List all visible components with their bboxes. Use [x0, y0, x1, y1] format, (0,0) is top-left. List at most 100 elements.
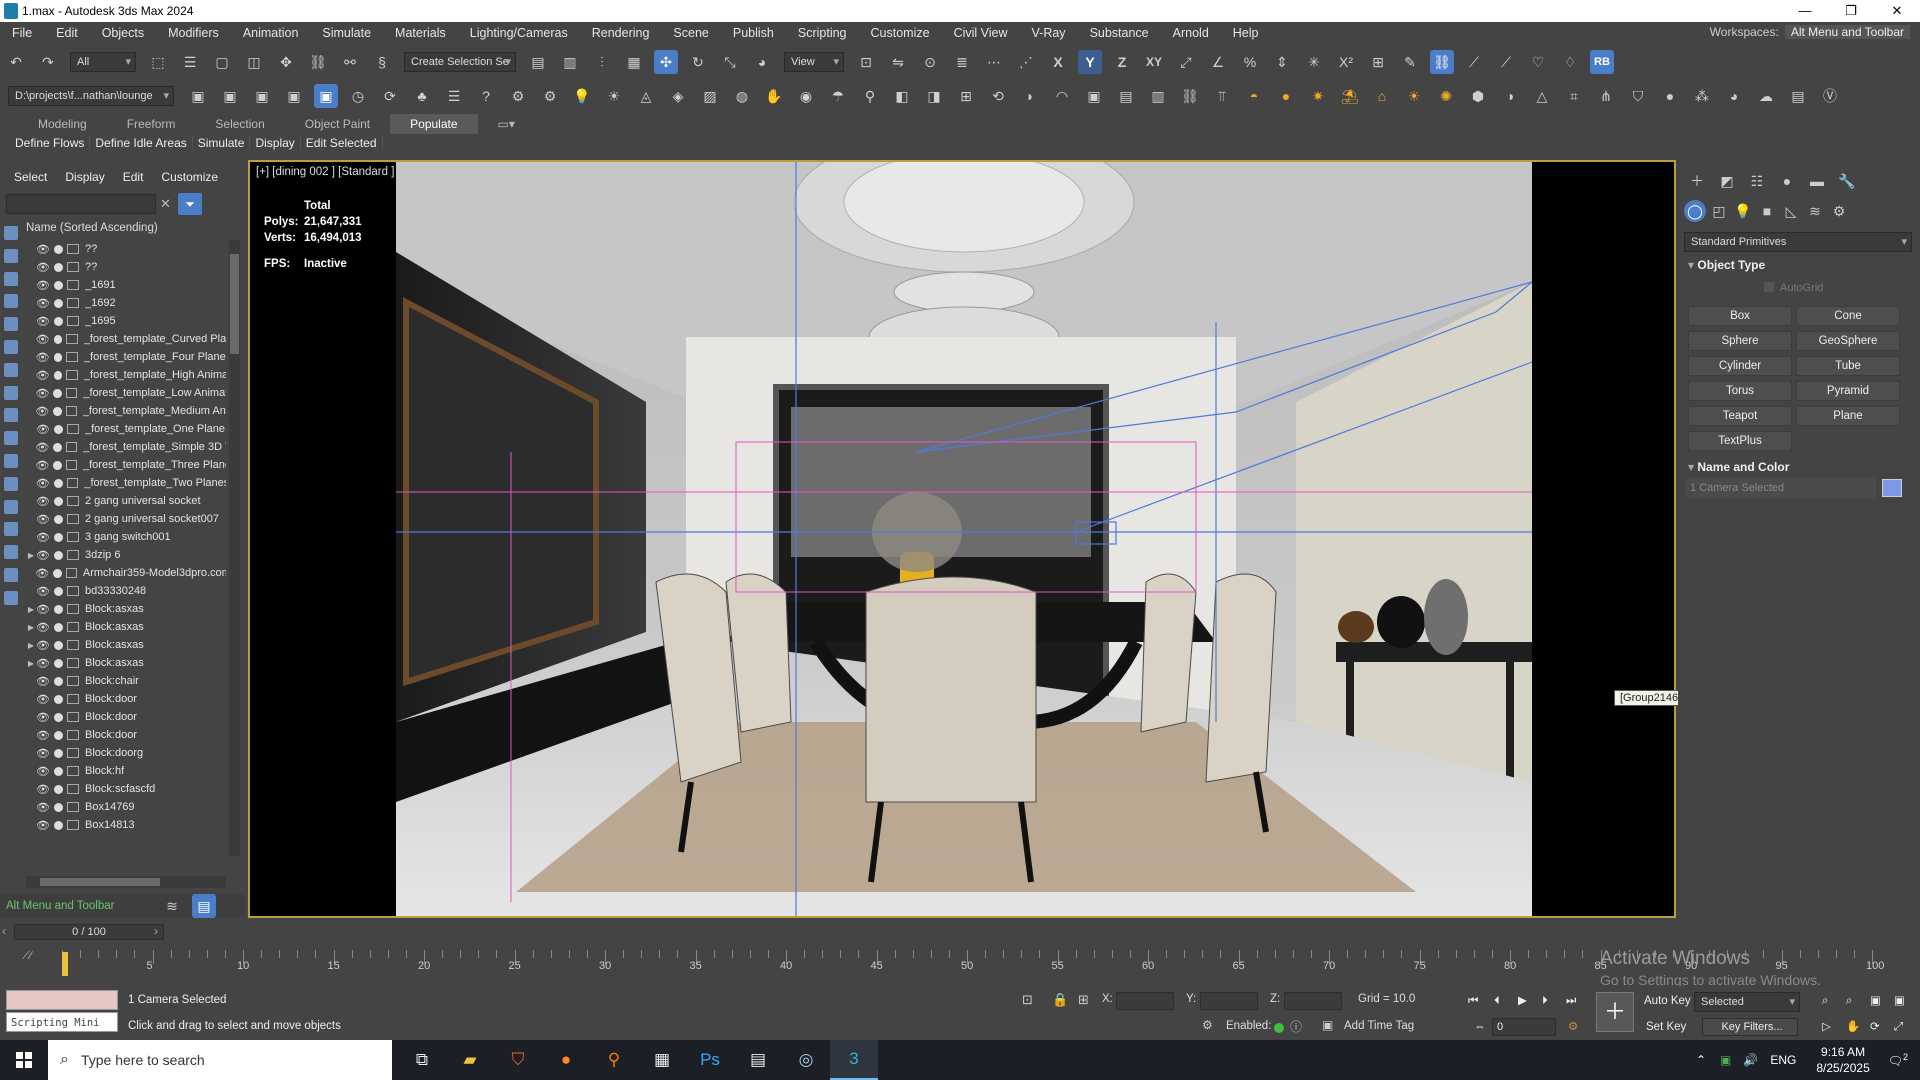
filter-groups-icon[interactable]	[4, 362, 18, 377]
list-item[interactable]: ▶ 👁 Block:asxas	[26, 600, 226, 618]
list-item[interactable]: 👁 Block:door	[26, 690, 226, 708]
rotate-icon[interactable]: ↻	[686, 50, 710, 74]
redo-icon[interactable]: ↷	[36, 50, 60, 74]
minimize-button[interactable]: —	[1782, 0, 1828, 22]
renderable-toggle-icon[interactable]	[53, 370, 63, 380]
isolate-icon[interactable]: ⊡	[1022, 992, 1033, 1008]
axis-z-button[interactable]: Z	[1110, 50, 1134, 74]
spot-light-icon[interactable]: ⛱	[1338, 84, 1362, 108]
reference-coord-dropdown[interactable]: View	[784, 52, 844, 72]
visibility-eye-icon[interactable]: 👁	[35, 405, 49, 418]
list-item[interactable]: 👁 _1691	[26, 276, 226, 294]
snap-toggle-icon[interactable]: ⊙	[918, 50, 942, 74]
renderable-toggle-icon[interactable]	[53, 352, 63, 362]
pyramid-button[interactable]: Pyramid	[1796, 381, 1900, 401]
cage-icon[interactable]: ⌗	[1562, 84, 1586, 108]
vertical-scrollbar[interactable]	[229, 240, 240, 856]
filter-spacewarps-icon[interactable]	[4, 339, 18, 354]
menu-customize[interactable]: Customize	[859, 26, 942, 40]
mirror-icon[interactable]: ⇋	[886, 50, 910, 74]
menu-scene[interactable]: Scene	[661, 26, 720, 40]
list-item[interactable]: 👁 _forest_template_Three Planes	[26, 456, 226, 474]
hold-icon[interactable]: ▣	[282, 84, 306, 108]
renderable-toggle-icon[interactable]	[54, 802, 63, 812]
visibility-eye-icon[interactable]: 👁	[36, 315, 50, 328]
blob-icon[interactable]: ◕	[1722, 84, 1746, 108]
tool-a-icon[interactable]: ⟋	[1462, 50, 1486, 74]
visibility-eye-icon[interactable]: 👁	[36, 747, 50, 760]
project-path-dropdown[interactable]: D:\projects\f...nathan\lounge	[8, 86, 174, 106]
menu-publish[interactable]: Publish	[721, 26, 786, 40]
visibility-eye-icon[interactable]: 👁	[35, 441, 49, 454]
lights-icon[interactable]: 💡	[1732, 200, 1754, 222]
maximize-viewport-icon[interactable]: ⤢	[1894, 1018, 1903, 1036]
display-tab-icon[interactable]: ▬	[1806, 170, 1828, 192]
menu-substance[interactable]: Substance	[1078, 26, 1161, 40]
box-button[interactable]: Box	[1688, 306, 1792, 326]
bulb-icon[interactable]: ⚲	[858, 84, 882, 108]
visibility-eye-icon[interactable]: 👁	[36, 243, 50, 256]
visibility-eye-icon[interactable]: 👁	[36, 657, 50, 670]
tool-d-icon[interactable]: ♢	[1558, 50, 1582, 74]
list-item[interactable]: 👁 Block:hf	[26, 762, 226, 780]
tab-freeform[interactable]: Freeform	[107, 114, 196, 134]
layer-explorer-icon[interactable]: ▤	[526, 50, 550, 74]
list-item[interactable]: 👁 _forest_template_Low Animate	[26, 384, 226, 402]
renderable-toggle-icon[interactable]	[54, 676, 63, 686]
filter-containers-icon[interactable]	[4, 431, 18, 446]
visibility-eye-icon[interactable]: 👁	[36, 621, 50, 634]
object-type-rollout[interactable]: Object Type	[1688, 258, 1765, 272]
list-item[interactable]: 👁 _forest_template_Curved Plan	[26, 330, 226, 348]
menu-file[interactable]: File	[0, 26, 44, 40]
visibility-eye-icon[interactable]: 👁	[36, 675, 50, 688]
shield-icon[interactable]: ⛉	[1626, 84, 1650, 108]
lamp-icon[interactable]: ⫪	[1210, 84, 1234, 108]
taskbar-search[interactable]: ⌕ Type here to search	[48, 1040, 392, 1080]
spinner-snap-icon[interactable]: ⇕	[1270, 50, 1294, 74]
menu-modifiers[interactable]: Modifiers	[156, 26, 231, 40]
list-item[interactable]: 👁 _forest_template_Medium Anim	[26, 402, 226, 420]
spacewarps-icon[interactable]: ≋	[1804, 200, 1826, 222]
scatter-icon[interactable]: ♣	[410, 84, 434, 108]
visibility-eye-icon[interactable]: 👁	[36, 531, 50, 544]
orange-sphere-icon[interactable]: ●	[1274, 84, 1298, 108]
explorer-search-input[interactable]	[6, 194, 156, 214]
absolute-mode-icon[interactable]: ⊞	[1078, 992, 1089, 1008]
list-icon[interactable]: ☰	[442, 84, 466, 108]
primitive-type-dropdown[interactable]: Standard Primitives	[1684, 232, 1912, 252]
visibility-eye-icon[interactable]: 👁	[36, 639, 50, 652]
z-coordinate-field[interactable]	[1284, 992, 1342, 1010]
axis-x-button[interactable]: X	[1046, 50, 1070, 74]
brave-browser-icon[interactable]: ⛉	[494, 1040, 542, 1080]
list-item[interactable]: 👁 Block:door	[26, 708, 226, 726]
move-icon[interactable]: ✣	[654, 50, 678, 74]
renderable-toggle-icon[interactable]	[54, 748, 63, 758]
visibility-eye-icon[interactable]: 👁	[36, 423, 50, 436]
torus-button[interactable]: Torus	[1688, 381, 1792, 401]
tray-app-icon[interactable]: ▣	[1720, 1053, 1731, 1067]
textplus-button[interactable]: TextPlus	[1688, 431, 1792, 451]
pivot-center-icon[interactable]: ⊡	[854, 50, 878, 74]
explorer-menu-customize[interactable]: Customize	[161, 170, 218, 184]
cameras-icon[interactable]: ■	[1756, 200, 1778, 222]
pan-icon[interactable]: ✋	[1846, 1018, 1860, 1036]
selection-filter-dropdown[interactable]: All	[70, 52, 136, 72]
area-light-icon[interactable]: ⌂	[1370, 84, 1394, 108]
tube-button[interactable]: Tube	[1796, 356, 1900, 376]
explorer-name[interactable]: Alt Menu and Toolbar	[6, 900, 156, 912]
time-slider-thumb[interactable]: 0 / 100	[14, 924, 164, 940]
visibility-eye-icon[interactable]: 👁	[36, 513, 50, 526]
render-setup-icon[interactable]: ⚙	[506, 84, 530, 108]
next-frame-icon[interactable]: ›	[154, 924, 158, 938]
filter-helpers-icon[interactable]	[4, 317, 18, 332]
info-icon[interactable]: ⓘ	[1290, 1018, 1302, 1035]
file-explorer-icon[interactable]: ▰	[446, 1040, 494, 1080]
active-tool-icon[interactable]: ▣	[314, 84, 338, 108]
menu-animation[interactable]: Animation	[231, 26, 311, 40]
tab-object-paint[interactable]: Object Paint	[285, 114, 390, 134]
utilities-tab-icon[interactable]: 🔧	[1836, 170, 1858, 192]
menu-materials[interactable]: Materials	[383, 26, 458, 40]
filter-none-icon[interactable]	[4, 522, 18, 537]
axis-xy-button[interactable]: XY	[1142, 50, 1166, 74]
undo-icon[interactable]: ↶	[4, 50, 28, 74]
